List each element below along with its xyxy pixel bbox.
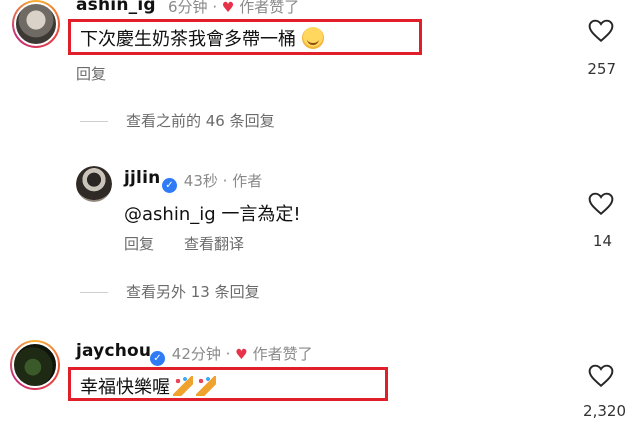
smiling-face-emoji-icon	[302, 27, 324, 49]
comment-body: 幸福快樂喔	[80, 377, 170, 398]
heart-filled-icon: ♥	[235, 347, 248, 363]
username-jjlin[interactable]: jjlin	[124, 168, 160, 188]
timestamp: 42分钟	[171, 345, 221, 363]
timestamp: 6分钟	[168, 0, 208, 16]
author-tag: 作者	[232, 172, 263, 190]
comment-thread: ashin_ig 6分钟 · ♥ 作者赞了 下次慶生奶茶我會多帶一桶 回复 25…	[0, 0, 640, 434]
comment-meta-ashin: 6分钟 · ♥ 作者赞了	[168, 0, 299, 17]
translate-button-jjlin[interactable]: 查看翻译	[184, 233, 244, 254]
separator: ·	[212, 0, 218, 16]
timestamp: 43秒	[183, 172, 218, 190]
party-popper-icon	[173, 376, 193, 396]
heart-filled-icon: ♥	[221, 0, 235, 16]
heart-outline-icon[interactable]	[588, 364, 614, 388]
comment-text-jaychou: 幸福快樂喔	[80, 373, 216, 399]
author-liked-label: 作者赞了	[252, 345, 313, 363]
reply-button-jjlin[interactable]: 回复	[124, 233, 154, 254]
avatar-jjlin[interactable]	[76, 166, 112, 202]
heart-outline-icon[interactable]	[588, 192, 614, 216]
separator: ·	[225, 345, 231, 363]
party-popper-icon	[196, 376, 216, 396]
heart-outline-icon[interactable]	[588, 19, 614, 43]
author-liked-label: 作者赞了	[239, 0, 300, 16]
comment-meta-jaychou: ✓ 42分钟 · ♥ 作者赞了	[148, 343, 313, 366]
username-ashin[interactable]: ashin_ig	[76, 0, 156, 15]
view-other-replies-button[interactable]: 查看另外 13 条回复	[126, 281, 260, 302]
like-count-jaychou: 2,320	[583, 402, 626, 420]
avatar-jaychou[interactable]	[10, 340, 60, 390]
separator: ·	[222, 172, 228, 190]
verified-badge-icon: ✓	[162, 178, 177, 193]
username-jaychou[interactable]: jaychou	[76, 341, 151, 361]
verified-badge-icon: ✓	[150, 351, 165, 366]
thread-line	[80, 121, 108, 122]
like-count-ashin: 257	[587, 60, 616, 78]
thread-line	[80, 292, 108, 293]
comment-body: 下次慶生奶茶我會多帶一桶	[80, 29, 296, 50]
reply-button-ashin[interactable]: 回复	[76, 63, 106, 84]
avatar-ashin[interactable]	[12, 0, 60, 48]
view-previous-replies-button[interactable]: 查看之前的 46 条回复	[126, 110, 275, 131]
comment-text-ashin: 下次慶生奶茶我會多帶一桶	[80, 25, 324, 51]
like-count-jjlin: 14	[592, 232, 612, 250]
comment-text-jjlin: @ashin_ig 一言為定!	[124, 204, 301, 225]
comment-meta-jjlin: ✓ 43秒 · 作者	[160, 170, 262, 193]
